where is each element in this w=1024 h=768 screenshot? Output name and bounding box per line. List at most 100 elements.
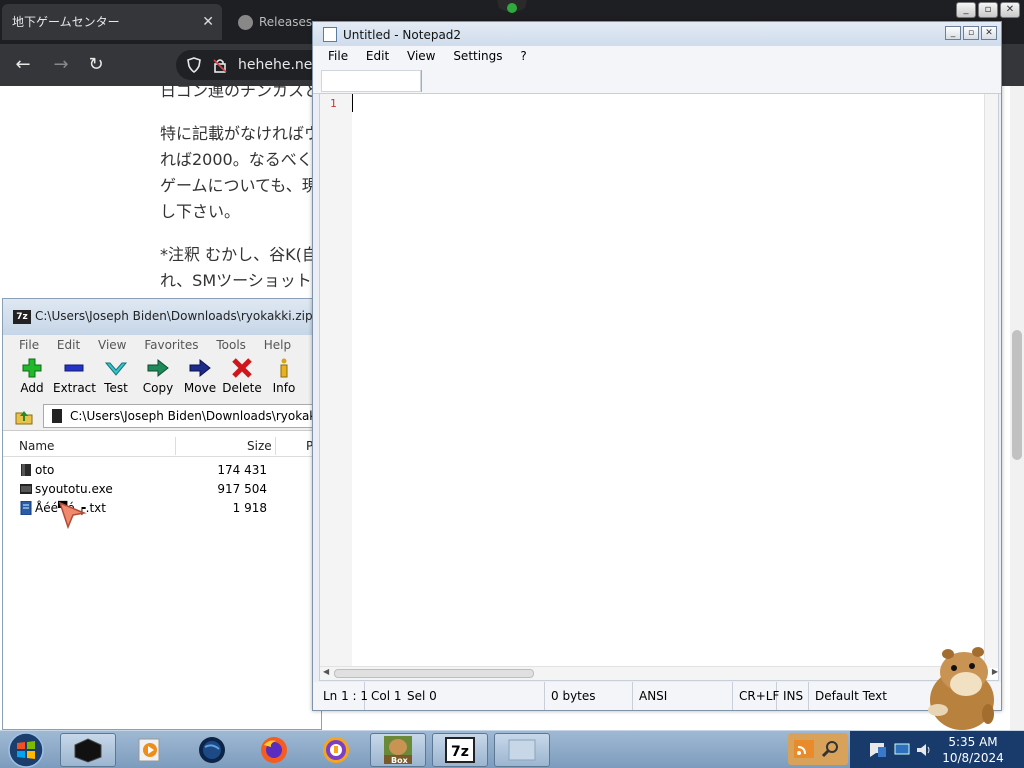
file-row[interactable]: syoutotu.exe 917 504 xyxy=(3,479,321,498)
search-icon[interactable] xyxy=(820,739,840,759)
window-controls: _ ▫ ✕ xyxy=(945,26,997,42)
7zip-toolbar: Add Extract Test Copy Move Delete Info xyxy=(3,355,321,401)
browser-app-icon xyxy=(323,737,349,763)
text-caret xyxy=(352,94,353,112)
rss-icon[interactable] xyxy=(794,740,814,758)
content-line: *注釈 むかし、谷K(自 xyxy=(160,245,318,264)
move-arrow-icon xyxy=(189,358,211,378)
file-row[interactable]: oto 174 431 xyxy=(3,460,321,479)
vertical-scrollbar[interactable] xyxy=(984,94,998,668)
extract-button[interactable]: Extract xyxy=(53,357,96,399)
scrollbar-thumb[interactable] xyxy=(1012,330,1022,460)
address-field[interactable]: C:\Users\Joseph Biden\Downloads\ryokakki… xyxy=(43,404,321,428)
minimize-icon[interactable]: _ xyxy=(956,2,976,18)
file-row[interactable]: Åéé▀é ┍.txt 1 918 xyxy=(3,498,321,517)
menu-file[interactable]: File xyxy=(328,49,348,63)
plus-icon xyxy=(22,358,42,378)
file-size: 917 504 xyxy=(217,482,267,496)
archive-icon xyxy=(52,409,62,423)
tab-close-icon[interactable]: ✕ xyxy=(202,4,214,40)
browser-tab-releases[interactable]: Releases · xyxy=(232,4,312,40)
7zip-titlebar[interactable]: 7z C:\Users\Joseph Biden\Downloads\ryokak… xyxy=(3,299,321,335)
back-arrow-icon[interactable]: ← xyxy=(10,52,36,78)
cube-app-icon xyxy=(74,738,102,763)
menu-tools[interactable]: Tools xyxy=(216,338,246,352)
column-divider[interactable] xyxy=(275,437,276,455)
menu-edit[interactable]: Edit xyxy=(366,49,389,63)
toolbar-area[interactable] xyxy=(321,70,421,92)
maximize-icon[interactable]: ▫ xyxy=(978,2,998,18)
menu-edit[interactable]: Edit xyxy=(57,338,80,352)
add-button[interactable]: Add xyxy=(11,357,53,399)
file-name: syoutotu.exe xyxy=(35,482,113,496)
scroll-left-icon[interactable]: ◀ xyxy=(323,667,329,676)
box-label: Box xyxy=(391,756,408,765)
action-center-icon[interactable] xyxy=(868,741,888,759)
scrollbar-thumb[interactable] xyxy=(334,669,534,678)
column-size[interactable]: Size xyxy=(247,439,272,453)
button-label: Extract xyxy=(53,381,96,395)
button-label: Delete xyxy=(222,381,262,395)
menu-help[interactable]: ? xyxy=(520,49,526,63)
menu-file[interactable]: File xyxy=(19,338,39,352)
browser-scrollbar[interactable] xyxy=(1010,86,1024,730)
column-divider[interactable] xyxy=(175,437,176,455)
taskbar-app-cube[interactable] xyxy=(60,733,116,767)
info-icon xyxy=(280,358,288,378)
menu-view[interactable]: View xyxy=(98,338,126,352)
move-button[interactable]: Move xyxy=(179,357,221,399)
folder-icon xyxy=(21,464,31,476)
notepad-icon xyxy=(323,27,337,42)
tab-title: Releases · xyxy=(259,15,312,29)
menu-view[interactable]: View xyxy=(407,49,435,63)
gadget-decoration-icon xyxy=(497,0,527,13)
info-button[interactable]: Info xyxy=(263,357,305,399)
taskbar-app-notepad[interactable] xyxy=(494,733,550,767)
test-button[interactable]: Test xyxy=(95,357,137,399)
check-icon xyxy=(105,362,127,376)
hamster-gadget-icon[interactable] xyxy=(908,644,1004,730)
column-name[interactable]: Name xyxy=(19,439,54,453)
menu-favorites[interactable]: Favorites xyxy=(144,338,198,352)
taskbar-app-browser[interactable] xyxy=(308,733,364,767)
content-line: 日ゴン連のチンカスと xyxy=(160,81,321,100)
window-controls: _ ▫ ✕ xyxy=(956,2,1022,20)
copy-button[interactable]: Copy xyxy=(137,357,179,399)
system-clock[interactable]: 5:35 AM 10/8/2024 xyxy=(938,734,1008,766)
reload-icon[interactable]: ↻ xyxy=(83,52,109,78)
notepad-menubar: File Edit View Settings ? xyxy=(313,46,1001,68)
clock-time: 5:35 AM xyxy=(948,735,998,749)
notepad-titlebar[interactable]: Untitled - Notepad2 _ ▫ ✕ xyxy=(313,22,1001,46)
minimize-icon[interactable]: _ xyxy=(945,26,961,40)
line-number-gutter: 1 xyxy=(320,94,352,680)
button-label: Test xyxy=(104,381,128,395)
status-col: Col 1 xyxy=(371,689,402,703)
status-mode[interactable]: INS xyxy=(777,682,809,710)
taskbar-app-box[interactable]: Box xyxy=(370,733,426,767)
clock-date: 10/8/2024 xyxy=(942,751,1004,765)
menu-help[interactable]: Help xyxy=(264,338,291,352)
taskbar-app-firefox[interactable] xyxy=(246,733,302,767)
browser-tab-active[interactable]: 地下ゲームセンター ✕ xyxy=(2,4,222,40)
close-icon[interactable]: ✕ xyxy=(981,26,997,40)
content-line: し下さい。 xyxy=(160,202,241,221)
editor-area[interactable]: 1 ◀ ▶ xyxy=(319,93,999,681)
up-folder-icon[interactable] xyxy=(15,407,33,425)
line-number: 1 xyxy=(330,97,337,110)
delete-button[interactable]: Delete xyxy=(221,357,263,399)
status-bytes: 0 bytes xyxy=(545,682,633,710)
forward-arrow-icon[interactable]: → xyxy=(48,52,74,78)
monitor-icon[interactable] xyxy=(894,743,910,757)
close-icon[interactable]: ✕ xyxy=(1000,2,1020,18)
status-encoding[interactable]: ANSI xyxy=(633,682,733,710)
taskbar-app-7zip[interactable]: 7z xyxy=(432,733,488,767)
maximize-icon[interactable]: ▫ xyxy=(963,26,979,40)
horizontal-scrollbar[interactable]: ◀ ▶ xyxy=(320,666,998,680)
taskbar-app-media[interactable] xyxy=(122,733,178,767)
status-position: Ln 1 : 1 xyxy=(317,682,368,710)
status-eol[interactable]: CR+LF xyxy=(733,682,779,710)
start-button-icon[interactable] xyxy=(6,732,46,768)
menu-settings[interactable]: Settings xyxy=(453,49,502,63)
taskbar-app-globe[interactable] xyxy=(184,733,240,767)
volume-icon[interactable] xyxy=(916,743,932,757)
